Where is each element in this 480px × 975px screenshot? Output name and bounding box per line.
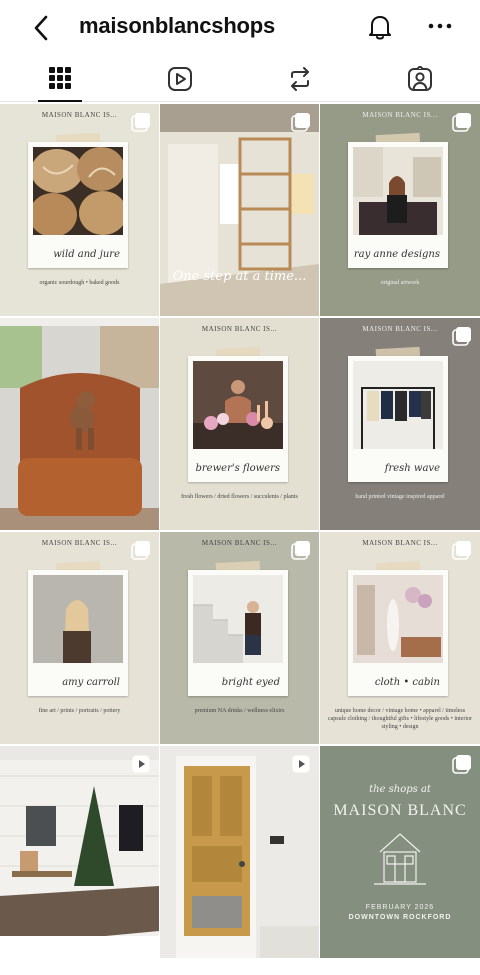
- carousel-icon: [452, 327, 471, 346]
- overlay-text: One step at a time...: [172, 269, 307, 284]
- posts-grid: MAISON BLANC IS... wild and jure organic…: [0, 104, 480, 958]
- post-ray-anne-designs[interactable]: MAISON BLANC IS... ray anne designs orig…: [320, 104, 480, 316]
- polaroid-frame: ray anne designs: [348, 142, 448, 268]
- more-options-icon[interactable]: [426, 18, 454, 34]
- boutique-photo: [353, 575, 443, 663]
- artist-portrait-photo: [33, 575, 123, 663]
- post-subtitle: fine art / prints / portraits / pottery: [38, 708, 121, 714]
- porch-christmas-tree-photo: [0, 746, 159, 958]
- polaroid-frame: wild and jure: [28, 142, 128, 268]
- post-caption: bright eyed: [221, 677, 280, 688]
- carousel-icon: [131, 541, 150, 560]
- tab-reels[interactable]: [140, 60, 220, 102]
- post-dog-chair[interactable]: [0, 318, 159, 530]
- post-bright-eyed[interactable]: MAISON BLANC IS... bright eyed premium N…: [160, 532, 319, 744]
- vintage-door-photo: [160, 746, 319, 958]
- artist-photo: [353, 147, 443, 235]
- tab-tagged[interactable]: [380, 60, 460, 102]
- profile-tabs: [0, 60, 480, 102]
- post-subtitle: hand printed vintage inspired apparel: [355, 494, 445, 500]
- post-one-step-at-a-time[interactable]: One step at a time...: [160, 104, 319, 316]
- carousel-icon: [291, 113, 310, 132]
- notification-bell-icon[interactable]: [366, 12, 394, 42]
- tab-reposts[interactable]: [260, 60, 340, 102]
- reel-play-icon: [292, 755, 310, 773]
- grid-icon: [49, 67, 71, 89]
- post-subtitle: original artwork: [380, 280, 420, 286]
- post-shops-at-maison-blanc[interactable]: the shops at MAISON BLANC FEBRUARY 2026 …: [320, 746, 480, 958]
- profile-header: maisonblancshops: [0, 0, 480, 56]
- event-script-text: the shops at: [369, 784, 431, 795]
- post-caption: amy carroll: [62, 677, 120, 688]
- polaroid-frame: bright eyed: [188, 570, 288, 696]
- profile-username: maisonblancshops: [79, 13, 276, 38]
- reels-icon: [168, 67, 192, 91]
- post-amy-carroll[interactable]: MAISON BLANC IS... amy carroll fine art …: [0, 532, 159, 744]
- polaroid-frame: cloth • cabin: [348, 570, 448, 696]
- polaroid-frame: fresh wave: [348, 356, 448, 482]
- carousel-icon: [452, 113, 471, 132]
- dog-on-chair-photo: [0, 318, 159, 530]
- brand-label: MAISON BLANC IS...: [201, 325, 278, 333]
- post-caption: wild and jure: [53, 249, 120, 260]
- storefront-illustration-icon: [374, 833, 426, 885]
- post-subtitle: fresh flowers / dried flowers / succulen…: [181, 494, 298, 500]
- post-caption: fresh wave: [384, 463, 440, 474]
- carousel-icon: [291, 541, 310, 560]
- reel-play-icon: [132, 755, 150, 773]
- repost-icon: [291, 67, 309, 91]
- post-brewers-flowers[interactable]: MAISON BLANC IS... brewer's flowers fres…: [160, 318, 319, 530]
- post-cloth-cabin[interactable]: MAISON BLANC IS... cloth • cabin unique …: [320, 532, 480, 744]
- florist-photo: [193, 361, 283, 449]
- post-christmas-porch[interactable]: [0, 746, 159, 958]
- hallway-photo: [160, 104, 319, 316]
- bread-photo: [33, 147, 123, 235]
- tagged-person-icon: [408, 66, 432, 91]
- post-caption: cloth • cabin: [374, 677, 440, 688]
- staircase-portrait-photo: [193, 575, 283, 663]
- event-location: DOWNTOWN ROCKFORD: [348, 914, 452, 921]
- event-date: FEBRUARY 2026: [365, 904, 435, 911]
- tab-grid[interactable]: [20, 60, 100, 102]
- event-announcement-card: the shops at MAISON BLANC FEBRUARY 2026 …: [320, 746, 480, 958]
- post-caption: brewer's flowers: [195, 463, 281, 474]
- post-wild-and-jure[interactable]: MAISON BLANC IS... wild and jure organic…: [0, 104, 159, 316]
- carousel-icon: [452, 541, 471, 560]
- post-subtitle: organic sourdough • baked goods: [39, 280, 120, 286]
- post-subtitle: premium NA drinks / wellness elixirs: [194, 708, 285, 714]
- post-subtitle: unique home decor / vintage home • appar…: [327, 708, 472, 730]
- apparel-rack-photo: [353, 361, 443, 449]
- post-caption: ray anne designs: [353, 249, 440, 260]
- active-tab-indicator: [38, 100, 82, 102]
- carousel-icon: [452, 755, 471, 774]
- polaroid-frame: amy carroll: [28, 570, 128, 696]
- back-arrow-icon[interactable]: [28, 12, 56, 44]
- polaroid-frame: brewer's flowers: [188, 356, 288, 482]
- post-fresh-wave[interactable]: MAISON BLANC IS... fresh wave hand print…: [320, 318, 480, 530]
- carousel-icon: [131, 113, 150, 132]
- post-vintage-door[interactable]: [160, 746, 319, 958]
- event-title: MAISON BLANC: [333, 802, 467, 819]
